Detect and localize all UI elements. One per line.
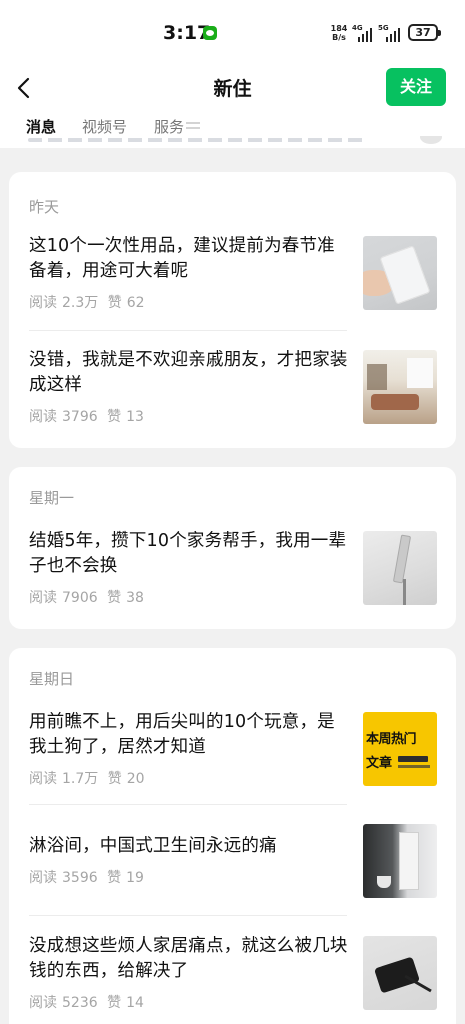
status-bar: 3:17 184 B/s 4G 5G 37 [0, 0, 465, 64]
thumbnail-text: 本周热门 [366, 732, 417, 747]
day-label: 星期一 [29, 489, 75, 507]
network-speed: 184 B/s [329, 24, 349, 42]
article-title: 这10个一次性用品，建议提前为春节准备着，用途可大着呢 [29, 236, 335, 281]
signal-4g-icon: 4G [352, 24, 374, 42]
message-group-card: 昨天 这10个一次性用品，建议提前为春节准备着，用途可大着呢 阅读 2.3万 赞6… [9, 172, 456, 448]
article-thumbnail [363, 531, 437, 605]
signal-5g-label: 5G [378, 24, 389, 32]
read-label: 阅读 [29, 870, 57, 886]
like-count: 38 [126, 590, 144, 606]
thumbnail-text: 文章 [366, 756, 393, 771]
battery-icon: 37 [408, 24, 441, 41]
network-speed-value: 184 [330, 24, 348, 33]
signal-5g-icon: 5G [378, 24, 402, 42]
article-stats: 阅读 1.7万 赞 20 [29, 768, 150, 788]
read-count: 5236 [62, 995, 98, 1011]
read-label: 阅读 [29, 409, 57, 425]
article-item[interactable]: 淋浴间，中国式卫生间永远的痛 阅读 3596 赞 19 [9, 822, 456, 912]
like-label: 赞 [107, 295, 122, 311]
article-thumbnail [363, 350, 437, 424]
article-stats: 阅读 2.3万 赞 62 [29, 292, 150, 312]
tab-services[interactable]: 服务 [154, 116, 184, 137]
menu-icon [186, 122, 200, 134]
read-count: 3596 [62, 870, 98, 886]
divider [29, 804, 347, 805]
article-item[interactable]: 没错，我就是不欢迎亲戚朋友，才把家装成这样 阅读 3796 赞 13 [9, 348, 456, 438]
scrolled-content-peek [0, 136, 465, 148]
signal-4g-label: 4G [352, 24, 363, 32]
read-label: 阅读 [29, 771, 57, 787]
read-count: 7906 [62, 590, 98, 606]
like-count: 20 [126, 771, 145, 787]
divider [29, 330, 347, 331]
tab-channels[interactable]: 视频号 [82, 116, 127, 137]
network-speed-unit: B/s [332, 33, 346, 42]
article-title: 用前瞧不上，用后尖叫的10个玩意，是我土狗了，居然才知道 [29, 712, 335, 757]
message-group-card: 星期一 结婚5年，攒下10个家务帮手，我用一辈子也不会换 阅读 7906 赞 38 [9, 467, 456, 629]
read-count: 2.3万 [62, 295, 99, 311]
like-label: 赞 [107, 590, 122, 606]
message-group-card: 星期日 用前瞧不上，用后尖叫的10个玩意，是我土狗了，居然才知道 阅读 1.7万 … [9, 648, 456, 1024]
article-stats: 阅读 3596 赞 19 [29, 867, 149, 887]
wechat-icon [203, 26, 217, 40]
article-item[interactable]: 没成想这些烦人家居痛点，就这么被几块钱的东西，给解决了 阅读 5236 赞 14 [9, 934, 456, 1024]
nav-bar: 新住 关注 [0, 64, 465, 112]
like-label: 赞 [107, 409, 122, 425]
day-label: 昨天 [29, 198, 60, 216]
follow-button[interactable]: 关注 [386, 68, 446, 106]
read-label: 阅读 [29, 590, 57, 606]
article-item[interactable]: 结婚5年，攒下10个家务帮手，我用一辈子也不会换 阅读 7906 赞 38 [9, 529, 456, 619]
article-title: 没成想这些烦人家居痛点，就这么被几块钱的东西，给解决了 [29, 936, 348, 981]
read-count: 1.7万 [62, 771, 99, 787]
read-count: 3796 [62, 409, 98, 425]
read-label: 阅读 [29, 995, 57, 1011]
article-thumbnail: 本周热门 文章 [363, 712, 437, 786]
article-title: 没错，我就是不欢迎亲戚朋友，才把家装成这样 [29, 350, 348, 395]
article-item[interactable]: 用前瞧不上，用后尖叫的10个玩意，是我土狗了，居然才知道 阅读 1.7万 赞 20 … [9, 710, 456, 800]
article-title: 结婚5年，攒下10个家务帮手，我用一辈子也不会换 [29, 531, 347, 576]
like-label: 赞 [107, 771, 122, 787]
like-label: 赞 [107, 870, 122, 886]
like-label: 赞 [107, 995, 122, 1011]
article-thumbnail [363, 236, 437, 310]
like-count: 62 [126, 295, 145, 311]
like-count: 13 [126, 409, 144, 425]
divider [29, 915, 347, 916]
article-item[interactable]: 这10个一次性用品，建议提前为春节准备着，用途可大着呢 阅读 2.3万 赞 62 [9, 234, 456, 324]
article-thumbnail [363, 824, 437, 898]
article-stats: 阅读 7906 赞 38 [29, 587, 149, 607]
article-thumbnail [363, 936, 437, 1010]
day-label: 星期日 [29, 670, 75, 688]
tab-messages[interactable]: 消息 [26, 116, 56, 137]
article-title: 淋浴间，中国式卫生间永远的痛 [29, 836, 277, 856]
article-stats: 阅读 3796 赞 13 [29, 406, 149, 426]
like-count: 14 [126, 995, 144, 1011]
read-label: 阅读 [29, 295, 57, 311]
like-count: 19 [126, 870, 144, 886]
article-stats: 阅读 5236 赞 14 [29, 992, 149, 1012]
